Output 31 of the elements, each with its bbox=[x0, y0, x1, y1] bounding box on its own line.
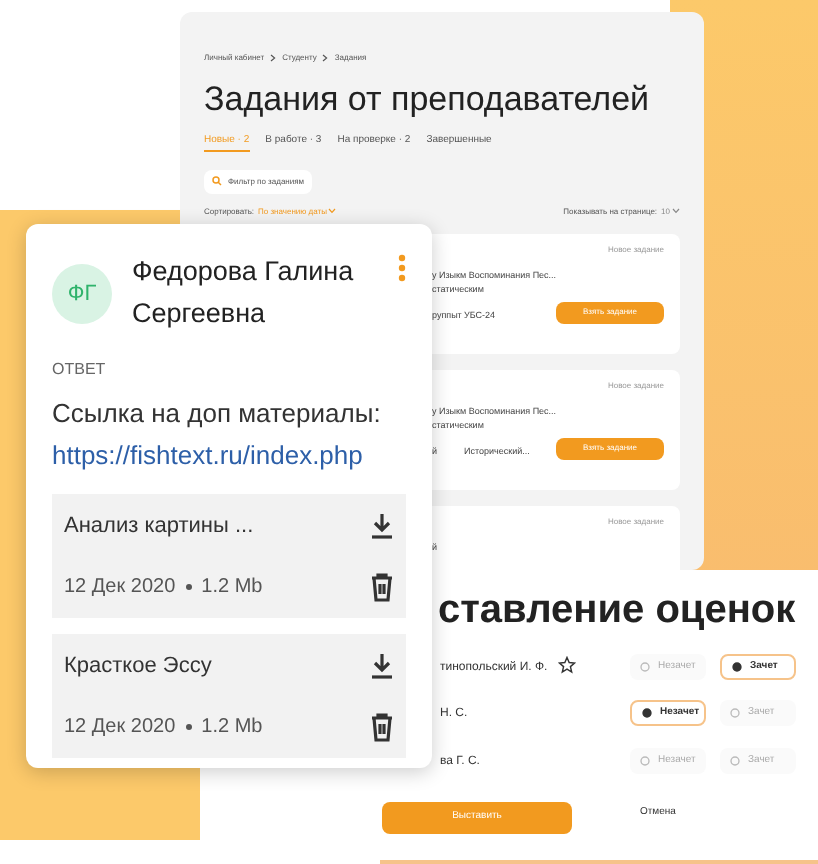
chevron-icon bbox=[322, 54, 329, 62]
caret-icon bbox=[672, 208, 680, 214]
star-icon[interactable] bbox=[558, 656, 576, 674]
search-icon bbox=[212, 176, 222, 186]
caret-icon bbox=[328, 208, 337, 214]
author-name: Федорова Галина Сергеевна bbox=[132, 254, 356, 332]
file-date: 12 Дек 2020 bbox=[64, 714, 176, 742]
answer-link[interactable]: https://fishtext.ru/index.php bbox=[52, 435, 406, 474]
delete-icon[interactable] bbox=[370, 712, 394, 742]
section-label: ОТВЕТ bbox=[52, 358, 108, 382]
radio-icon bbox=[730, 708, 740, 718]
file-name: Анализ картины ... bbox=[64, 512, 254, 542]
chevron-icon bbox=[270, 54, 277, 62]
separator-dot bbox=[185, 724, 192, 730]
download-icon[interactable] bbox=[370, 512, 394, 541]
dialog-title: ставление оценок bbox=[438, 586, 796, 636]
file-size: 1.2 Mb bbox=[201, 714, 263, 742]
file-name: Красткое Эссу bbox=[64, 652, 212, 682]
download-icon[interactable] bbox=[370, 652, 394, 681]
radio-icon bbox=[732, 662, 742, 672]
file-size: 1.2 Mb bbox=[201, 574, 263, 602]
answer-text: Ссылка на доп материалы: bbox=[52, 396, 383, 432]
radio-icon bbox=[640, 662, 650, 672]
avatar: ФГ bbox=[52, 264, 112, 324]
radio-icon bbox=[642, 708, 652, 718]
radio-icon bbox=[730, 756, 740, 766]
radio-icon bbox=[640, 756, 650, 766]
delete-icon[interactable] bbox=[370, 572, 394, 602]
separator-dot bbox=[185, 584, 192, 590]
page-title: Задания от преподавателей bbox=[204, 78, 650, 122]
file-date: 12 Дек 2020 bbox=[64, 574, 176, 602]
